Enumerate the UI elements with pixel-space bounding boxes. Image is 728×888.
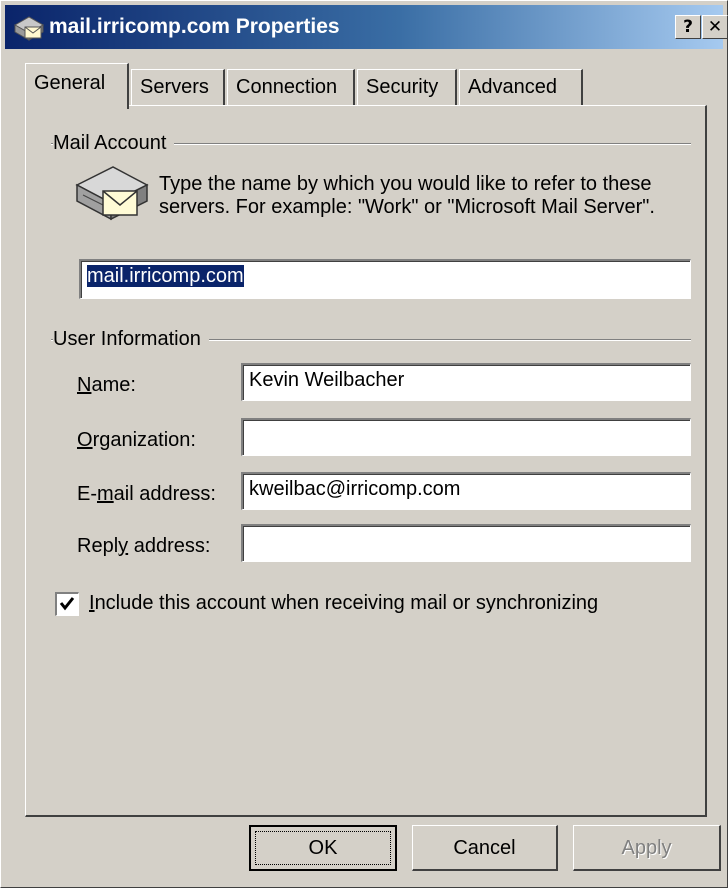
user-info-group-label: User Information bbox=[53, 328, 209, 351]
email-input[interactable]: kweilbac@irricomp.com bbox=[241, 472, 691, 510]
tab-security[interactable]: Security bbox=[357, 69, 457, 107]
server-mail-icon bbox=[75, 166, 149, 221]
focus-rect bbox=[255, 831, 391, 865]
account-name-input[interactable]: mail.irricomp.com bbox=[79, 259, 691, 299]
include-account-label[interactable]: Include this account when receiving mail… bbox=[89, 592, 598, 615]
ok-button[interactable]: OK bbox=[249, 825, 397, 871]
name-label: Name: bbox=[77, 374, 136, 396]
title-bar[interactable]: mail.irricomp.com Properties ? ✕ bbox=[5, 5, 728, 49]
help-button[interactable]: ? bbox=[675, 15, 701, 39]
tab-servers[interactable]: Servers bbox=[131, 69, 225, 107]
organization-label: Organization: bbox=[77, 429, 196, 451]
window-title: mail.irricomp.com Properties bbox=[49, 15, 340, 38]
tab-general[interactable]: General bbox=[25, 63, 129, 109]
account-description: Type the name by which you would like to… bbox=[159, 173, 655, 218]
organization-input[interactable] bbox=[241, 418, 691, 456]
reply-address-label: Reply address: bbox=[77, 535, 211, 557]
checkmark-icon bbox=[59, 597, 75, 611]
close-button[interactable]: ✕ bbox=[702, 15, 728, 39]
tab-advanced[interactable]: Advanced bbox=[459, 69, 583, 107]
mail-account-icon bbox=[13, 16, 45, 41]
apply-button[interactable]: Apply bbox=[573, 825, 721, 871]
mail-account-group-label: Mail Account bbox=[53, 132, 175, 155]
name-input[interactable]: Kevin Weilbacher bbox=[241, 363, 691, 401]
include-account-checkbox[interactable] bbox=[55, 592, 79, 616]
tab-connection[interactable]: Connection bbox=[227, 69, 355, 107]
email-label: E-mail address: bbox=[77, 483, 216, 505]
reply-address-input[interactable] bbox=[241, 524, 691, 562]
cancel-button[interactable]: Cancel bbox=[412, 825, 558, 871]
account-name-value: mail.irricomp.com bbox=[87, 265, 244, 287]
properties-dialog: mail.irricomp.com Properties ? ✕ General… bbox=[0, 0, 728, 888]
